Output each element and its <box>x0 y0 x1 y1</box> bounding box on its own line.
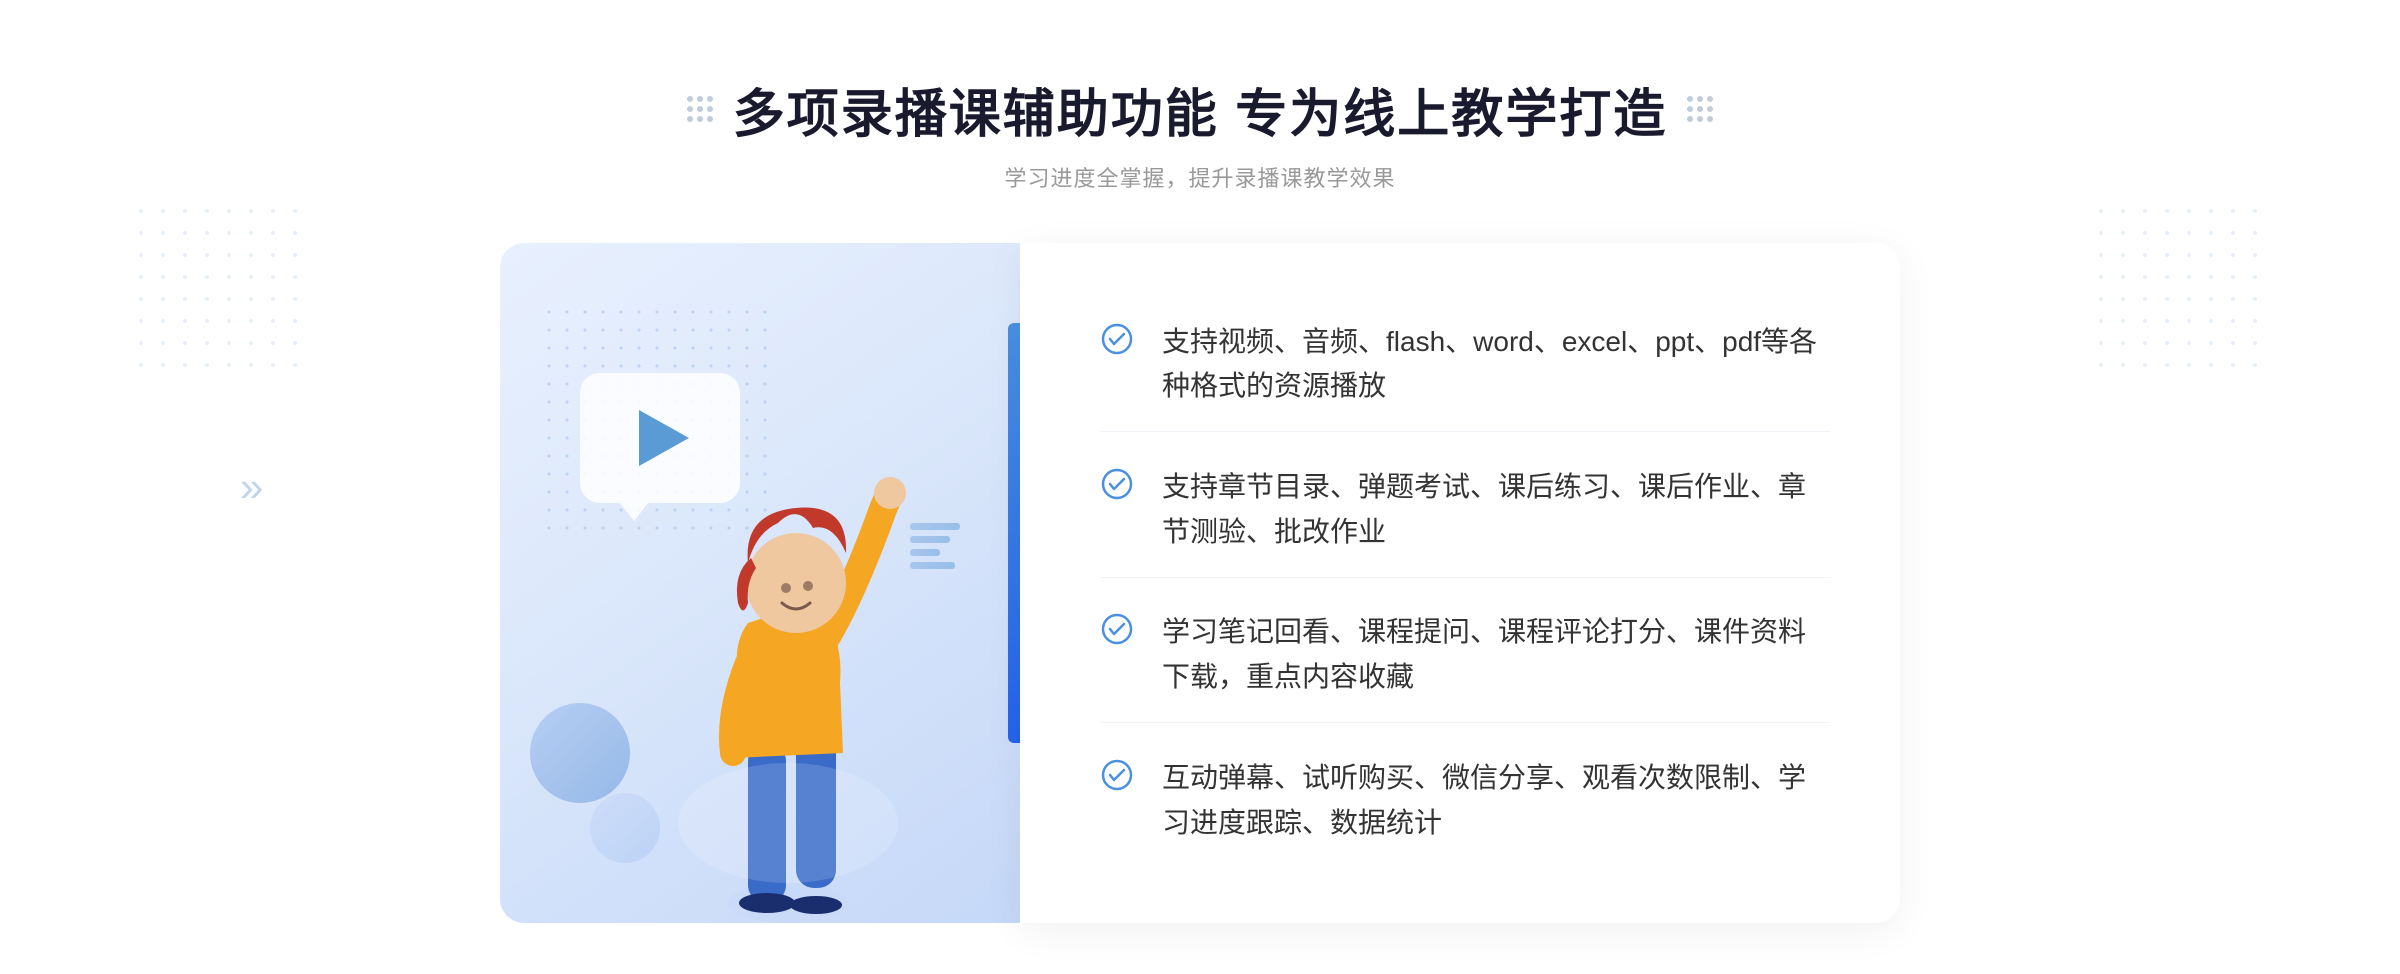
check-icon-1 <box>1100 322 1134 356</box>
dot <box>687 106 693 112</box>
blue-accent-bar <box>1008 323 1020 743</box>
dot <box>687 96 693 102</box>
dot <box>1697 116 1703 122</box>
dot <box>1707 116 1713 122</box>
dot <box>1697 96 1703 102</box>
feature-text-2: 支持章节目录、弹题考试、课后练习、课后作业、章节测验、批改作业 <box>1162 465 1830 555</box>
title-decoration-left <box>687 96 713 122</box>
dot <box>707 96 713 102</box>
dot <box>687 116 693 122</box>
dot <box>1707 106 1713 112</box>
dot <box>1687 96 1693 102</box>
title-decoration-right <box>1687 96 1713 122</box>
dot <box>1687 116 1693 122</box>
deco-circle-2 <box>590 793 660 863</box>
page-wrapper: 多项录播课辅助功能 专为线上教学打造 学习进度全掌握，提升录播课教学效果 <box>0 12 2400 963</box>
feature-item-2: 支持章节目录、弹题考试、课后练习、课后作业、章节测验、批改作业 <box>1100 443 1830 578</box>
features-panel: 支持视频、音频、flash、word、excel、ppt、pdf等各种格式的资源… <box>1020 243 1900 923</box>
page-subtitle: 学习进度全掌握，提升录播课教学效果 <box>1004 161 1395 193</box>
check-icon-3 <box>1100 612 1134 646</box>
left-arrow-decoration: » <box>240 466 263 508</box>
feature-text-3: 学习笔记回看、课程提问、课程评论打分、课件资料下载，重点内容收藏 <box>1162 610 1830 700</box>
deco-circle-1 <box>530 703 630 803</box>
bg-dots-left <box>130 200 310 380</box>
dot <box>697 116 703 122</box>
person-illustration <box>648 443 928 923</box>
dot-grid-left <box>687 96 713 122</box>
dot <box>1707 96 1713 102</box>
dot <box>1697 106 1703 112</box>
dot <box>707 116 713 122</box>
dot <box>1687 106 1693 112</box>
dot <box>697 96 703 102</box>
illustration-panel <box>500 243 1020 923</box>
dot <box>707 106 713 112</box>
check-icon-4 <box>1100 758 1134 792</box>
dot <box>697 106 703 112</box>
feature-item-1: 支持视频、音频、flash、word、excel、ppt、pdf等各种格式的资源… <box>1100 298 1830 433</box>
content-area: 支持视频、音频、flash、word、excel、ppt、pdf等各种格式的资源… <box>500 243 1900 923</box>
header-section: 多项录播课辅助功能 专为线上教学打造 学习进度全掌握，提升录播课教学效果 <box>687 72 1713 193</box>
feature-item-4: 互动弹幕、试听购买、微信分享、观看次数限制、学习进度跟踪、数据统计 <box>1100 734 1830 868</box>
feature-text-1: 支持视频、音频、flash、word、excel、ppt、pdf等各种格式的资源… <box>1162 320 1830 410</box>
bg-dots-right <box>2090 200 2270 380</box>
title-row: 多项录播课辅助功能 专为线上教学打造 <box>687 72 1713 147</box>
feature-item-3: 学习笔记回看、课程提问、课程评论打分、课件资料下载，重点内容收藏 <box>1100 588 1830 723</box>
feature-text-4: 互动弹幕、试听购买、微信分享、观看次数限制、学习进度跟踪、数据统计 <box>1162 756 1830 846</box>
page-title: 多项录播课辅助功能 专为线上教学打造 <box>733 72 1667 147</box>
check-icon-2 <box>1100 467 1134 501</box>
dot-grid-right <box>1687 96 1713 122</box>
